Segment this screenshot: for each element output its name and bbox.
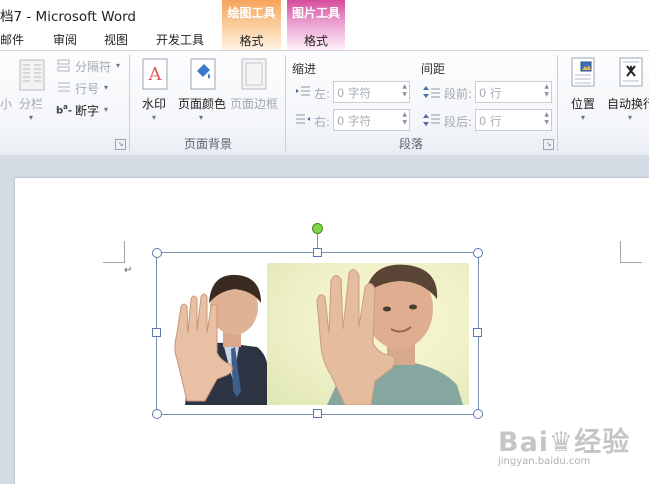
- group-separator: [557, 55, 558, 151]
- drawing-tools-title: 绘图工具: [227, 6, 276, 20]
- wrap-text-button[interactable]: 自动换行: [607, 95, 649, 112]
- paragraph-dialog-launcher-icon[interactable]: ↘: [543, 139, 554, 150]
- group-separator: [285, 55, 286, 151]
- indent-left-value: 0 字符: [337, 86, 371, 100]
- line-numbers-button[interactable]: 行号: [75, 80, 99, 97]
- paragraph-mark: ↵: [124, 265, 133, 276]
- baidu-jingyan-watermark: Bai♛经验 jingyan.baidu.com: [498, 420, 631, 467]
- group-separator: [129, 55, 130, 151]
- line-numbers-icon: [58, 82, 70, 92]
- page-background-group-label: 页面背景: [184, 137, 233, 151]
- tab-drawing-format[interactable]: 格式: [222, 32, 281, 49]
- size-button[interactable]: 小: [0, 95, 12, 112]
- resize-handle-bottom-right[interactable]: [473, 409, 483, 419]
- watermark-dropdown-arrow-icon: ▾: [152, 113, 157, 122]
- indent-right-spinner[interactable]: 0 字符 ▲ ▼: [333, 109, 410, 131]
- tab-mailings[interactable]: 邮件: [0, 31, 24, 48]
- indent-right-icon: [296, 114, 310, 124]
- ribbon: 小 分栏 ▾ 分隔符 ▾ 行号 ▾ ba- 断字 ▾ ↘ A 水印 ▾ 页面颜色…: [0, 50, 649, 156]
- indent-left-icon: [296, 86, 310, 96]
- tab-picture-format[interactable]: 格式: [287, 32, 345, 49]
- breaks-dropdown-arrow-icon: ▾: [116, 61, 121, 70]
- line-numbers-dropdown-arrow-icon: ▾: [104, 83, 109, 92]
- spinner-arrows-icon[interactable]: ▲ ▼: [402, 83, 407, 99]
- indent-left-spinner[interactable]: 0 字符 ▲ ▼: [333, 81, 410, 103]
- space-after-label: 段后:: [444, 115, 473, 129]
- space-after-icon: [423, 114, 440, 126]
- margin-crop-mark-left: [103, 241, 125, 263]
- resize-handle-bottom[interactable]: [313, 409, 322, 418]
- wrap-text-icon: [619, 57, 643, 87]
- page-color-dropdown-arrow-icon: ▾: [199, 113, 204, 122]
- drawing-tools-context-tab: 绘图工具 格式: [222, 0, 281, 50]
- indent-right-label: 右:: [314, 115, 331, 129]
- page-color-button[interactable]: 页面颜色: [178, 95, 226, 112]
- resize-handle-top-left[interactable]: [152, 248, 162, 258]
- selection-frame[interactable]: [156, 252, 479, 415]
- space-after-value: 0 行: [479, 114, 502, 128]
- watermark-url-text: jingyan.baidu.com: [498, 456, 591, 467]
- wrap-text-dropdown-arrow-icon: ▾: [628, 113, 633, 122]
- paragraph-group-label: 段落: [399, 137, 424, 151]
- page-borders-button[interactable]: 页面边框: [230, 95, 278, 112]
- rotation-handle[interactable]: [312, 223, 323, 234]
- watermark-main-text: Bai♛经验: [498, 427, 631, 458]
- picture-tools-context-tab: 图片工具 格式: [287, 0, 345, 50]
- margin-crop-mark-right: [620, 241, 642, 263]
- hyphenation-icon: ba-: [56, 103, 73, 117]
- hyphenation-dropdown-arrow-icon: ▾: [104, 105, 109, 114]
- page-setup-dialog-launcher-icon[interactable]: ↘: [115, 139, 126, 150]
- tab-view[interactable]: 视图: [104, 31, 128, 48]
- columns-button[interactable]: 分栏: [19, 95, 43, 112]
- spinner-arrows-icon[interactable]: ▲ ▼: [544, 111, 549, 127]
- window-title: 档7 - Microsoft Word: [0, 9, 136, 25]
- resize-handle-bottom-left[interactable]: [152, 409, 162, 419]
- tab-developer[interactable]: 开发工具: [156, 31, 204, 48]
- resize-handle-top[interactable]: [313, 248, 322, 257]
- page-borders-icon: [241, 58, 267, 90]
- svg-text:A: A: [148, 64, 163, 85]
- resize-handle-left[interactable]: [152, 328, 161, 337]
- page-color-icon: [190, 58, 216, 90]
- breaks-button[interactable]: 分隔符: [75, 58, 111, 75]
- resize-handle-top-right[interactable]: [473, 248, 483, 258]
- space-before-label: 段前:: [444, 87, 473, 101]
- columns-icon: [19, 59, 45, 91]
- picture-tools-title: 图片工具: [291, 6, 340, 20]
- indent-left-label: 左:: [314, 87, 331, 101]
- breaks-icon: [57, 59, 70, 72]
- position-icon: [571, 57, 595, 87]
- columns-dropdown-arrow-icon: ▾: [29, 113, 34, 122]
- indent-header: 缩进: [292, 62, 317, 76]
- hyphenation-button[interactable]: 断字: [75, 102, 99, 119]
- spinner-arrows-icon[interactable]: ▲ ▼: [402, 111, 407, 127]
- resize-handle-right[interactable]: [473, 328, 482, 337]
- indent-right-value: 0 字符: [337, 114, 371, 128]
- watermark-button[interactable]: 水印: [142, 95, 166, 112]
- space-after-spinner[interactable]: 0 行 ▲ ▼: [475, 109, 552, 131]
- space-before-value: 0 行: [479, 86, 502, 100]
- spacing-header: 间距: [421, 62, 446, 76]
- space-before-spinner[interactable]: 0 行 ▲ ▼: [475, 81, 552, 103]
- watermark-icon: A: [142, 58, 168, 90]
- position-dropdown-arrow-icon: ▾: [581, 113, 586, 122]
- space-before-icon: [423, 86, 440, 98]
- spinner-arrows-icon[interactable]: ▲ ▼: [544, 83, 549, 99]
- tab-review[interactable]: 审阅: [53, 31, 77, 48]
- position-button[interactable]: 位置: [571, 95, 595, 112]
